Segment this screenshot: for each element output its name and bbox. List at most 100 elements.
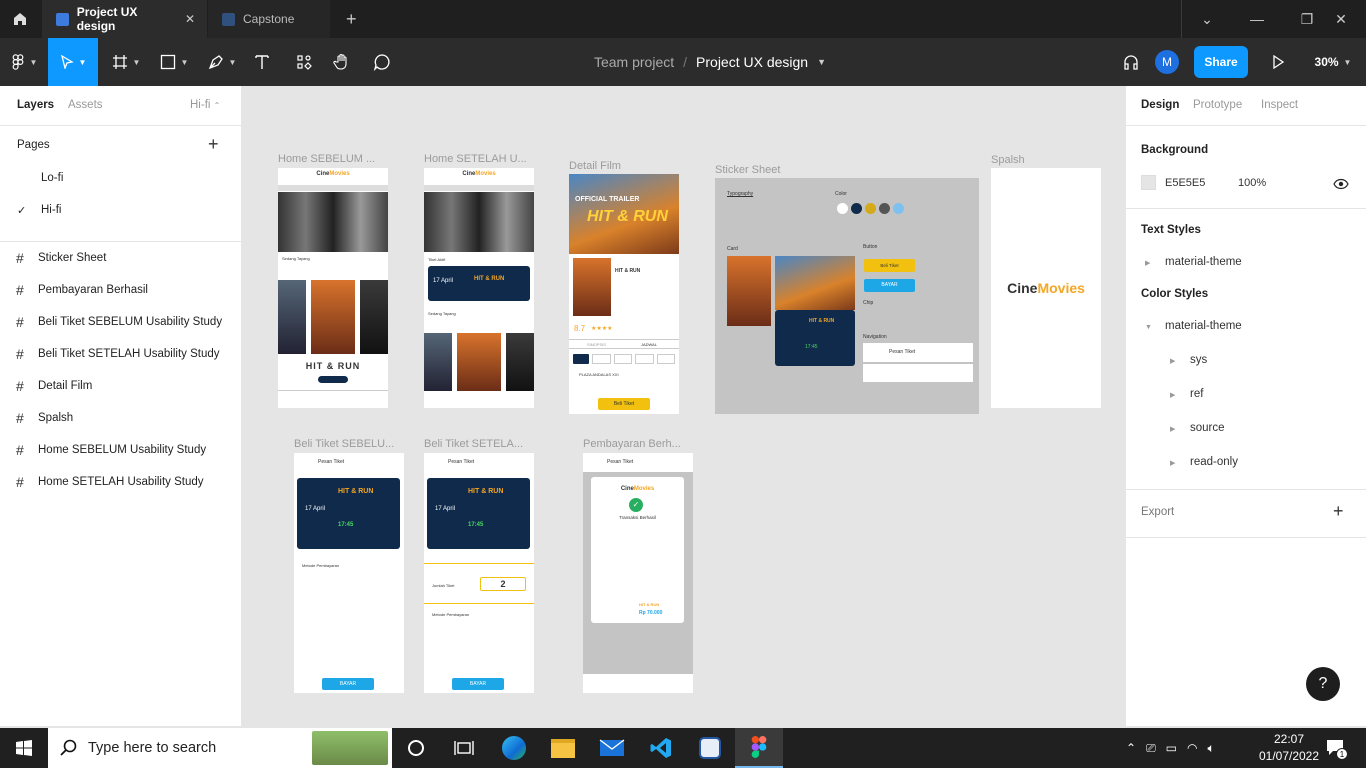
page-selector[interactable]: Hi-fi ⌃: [190, 99, 220, 111]
card-sample: [775, 256, 855, 310]
breadcrumb-team[interactable]: Team project: [594, 54, 674, 70]
frame-label[interactable]: Pembayaran Berh...: [583, 438, 693, 450]
vscode-app[interactable]: [637, 728, 685, 768]
color-style-ref[interactable]: ▶ ref: [1170, 388, 1203, 400]
schedule-dates: [573, 354, 676, 364]
chevron-up-icon[interactable]: ⌃: [1126, 741, 1136, 755]
tab-prototype[interactable]: Prototype: [1193, 99, 1242, 111]
layer-pembayaran-berhasil[interactable]: # Pembayaran Berhasil: [0, 274, 241, 306]
tab-assets[interactable]: Assets: [68, 99, 103, 111]
main-menu-button[interactable]: ▼: [0, 38, 48, 86]
shape-tool[interactable]: ▼: [152, 38, 196, 86]
tab-design[interactable]: Design: [1141, 99, 1179, 111]
layer-beli-tiket-sebelum[interactable]: # Beli Tiket SEBELUM Usability Study: [0, 306, 241, 338]
add-export-button[interactable]: +: [1333, 501, 1344, 522]
frame-label[interactable]: Beli Tiket SEBELU...: [294, 438, 404, 450]
frame-label[interactable]: Beli Tiket SETELA...: [424, 438, 534, 450]
frame-label[interactable]: Home SEBELUM ...: [278, 153, 378, 165]
frame-tool[interactable]: ▼: [104, 38, 148, 86]
taskbar-search[interactable]: Type here to search: [48, 728, 392, 768]
frame-home-setelah[interactable]: CineMovies Tiket Aktif 17 April HIT & RU…: [424, 168, 534, 408]
pen-tool[interactable]: ▼: [200, 38, 244, 86]
frame-beli-tiket-sebelum[interactable]: Pesan Tiket 17 April HIT & RUN 17:45 Met…: [294, 453, 404, 693]
move-tool[interactable]: ▼: [48, 38, 98, 86]
color-style-source[interactable]: ▶ source: [1170, 422, 1225, 434]
color-swatch[interactable]: [1141, 175, 1156, 190]
comment-tool[interactable]: [368, 38, 396, 86]
color-styles-title: Color Styles: [1141, 288, 1209, 300]
clock[interactable]: 22:07 01/07/2022: [1255, 731, 1323, 765]
color-style-sys[interactable]: ▶ sys: [1170, 354, 1207, 366]
start-button[interactable]: [0, 728, 48, 768]
audio-button[interactable]: [1118, 38, 1144, 86]
text-style-item[interactable]: ▶ material-theme: [1145, 256, 1242, 268]
page-item-lo-fi[interactable]: Lo-fi: [0, 162, 241, 194]
add-page-button[interactable]: +: [208, 134, 219, 155]
task-view-button[interactable]: [440, 728, 488, 768]
help-button[interactable]: ?: [1306, 667, 1340, 701]
layer-home-sebelum[interactable]: # Home SEBELUM Usability Study: [0, 434, 241, 466]
frame-sticker-sheet[interactable]: Typography Color Card HIT & RUN 17:45 Bu…: [715, 178, 979, 414]
volume-icon[interactable]: 🔈︎: [1208, 741, 1215, 756]
share-button[interactable]: Share: [1194, 46, 1248, 78]
movie-poster: [424, 333, 452, 391]
bg-color-value[interactable]: E5E5E5: [1165, 177, 1205, 189]
visibility-toggle[interactable]: [1333, 177, 1349, 195]
chevron-down-icon[interactable]: ▼: [817, 57, 826, 67]
cortana-button[interactable]: [392, 728, 440, 768]
frame-pembayaran-berhasil[interactable]: Pesan Tiket CineMovies ✓ Transaksi Berha…: [583, 453, 693, 693]
layer-spalsh[interactable]: # Spalsh: [0, 402, 241, 434]
tab-capstone[interactable]: Capstone: [208, 0, 330, 38]
text-tool[interactable]: [248, 38, 276, 86]
color-style-group[interactable]: ▼ material-theme: [1145, 320, 1242, 332]
pages-title: Pages: [17, 139, 50, 151]
tab-layers[interactable]: Layers: [17, 99, 54, 111]
color-style-read-only[interactable]: ▶ read-only: [1170, 456, 1238, 468]
avatar[interactable]: M: [1155, 50, 1179, 74]
page-item-hi-fi[interactable]: ✓ Hi-fi: [0, 194, 241, 226]
frame-label[interactable]: Sticker Sheet: [715, 164, 825, 176]
zoom-dropdown[interactable]: 30% ▼: [1306, 38, 1360, 86]
windows-icon: [16, 740, 32, 756]
figma-app[interactable]: [735, 728, 783, 768]
battery-icon[interactable]: ▭: [1166, 741, 1177, 755]
layer-detail-film[interactable]: # Detail Film: [0, 370, 241, 402]
edge-app[interactable]: [490, 728, 538, 768]
tabs-dropdown-button[interactable]: ⌄: [1182, 0, 1232, 38]
new-tab-button[interactable]: +: [332, 0, 366, 38]
app-taskbar-icon[interactable]: [686, 728, 734, 768]
play-icon: [1273, 55, 1285, 69]
bg-opacity-value[interactable]: 100%: [1238, 177, 1266, 189]
divider: [0, 125, 241, 126]
movie-poster: [573, 258, 611, 316]
chevron-down-icon: ▼: [29, 57, 38, 67]
frame-home-sebelum[interactable]: CineMovies Sedang Tayang HIT & RUN: [278, 168, 388, 408]
mail-app[interactable]: [588, 728, 636, 768]
frame-label[interactable]: Spalsh: [991, 154, 1071, 166]
frame-label[interactable]: Home SETELAH U...: [424, 153, 534, 165]
home-button[interactable]: [0, 0, 40, 38]
layer-home-setelah[interactable]: # Home SETELAH Usability Study: [0, 466, 241, 498]
tab-project-ux-design[interactable]: Project UX design ✕: [42, 0, 207, 38]
minimize-button[interactable]: —: [1232, 0, 1282, 38]
present-button[interactable]: [1264, 38, 1292, 86]
meet-now-icon[interactable]: ⎚: [1146, 741, 1156, 756]
file-name[interactable]: Project UX design: [696, 54, 808, 70]
file-explorer-app[interactable]: [539, 728, 587, 768]
close-tab-icon[interactable]: ✕: [185, 12, 195, 26]
frame-spalsh[interactable]: CineMovies: [991, 168, 1101, 408]
notifications-button[interactable]: 1: [1326, 738, 1348, 761]
frame-detail-film[interactable]: OFFICIAL TRAILER HIT & RUN HIT & RUN 8.7…: [569, 174, 679, 414]
section-title: Sedang Tayang: [428, 311, 456, 316]
frame-beli-tiket-setelah[interactable]: Pesan Tiket 17 April HIT & RUN 17:45 Jum…: [424, 453, 534, 693]
wifi-icon[interactable]: ◠: [1187, 741, 1197, 755]
layer-beli-tiket-setelah[interactable]: # Beli Tiket SETELAH Usability Study: [0, 338, 241, 370]
layer-sticker-sheet[interactable]: # Sticker Sheet: [0, 242, 241, 274]
hand-tool[interactable]: [328, 38, 356, 86]
close-window-button[interactable]: ✕: [1316, 0, 1366, 38]
caret-right-icon: ▶: [1145, 260, 1151, 267]
resources-tool[interactable]: [290, 38, 318, 86]
frame-label[interactable]: Detail Film: [569, 160, 679, 172]
tab-inspect[interactable]: Inspect: [1261, 99, 1298, 111]
frame-icon: #: [16, 250, 24, 266]
